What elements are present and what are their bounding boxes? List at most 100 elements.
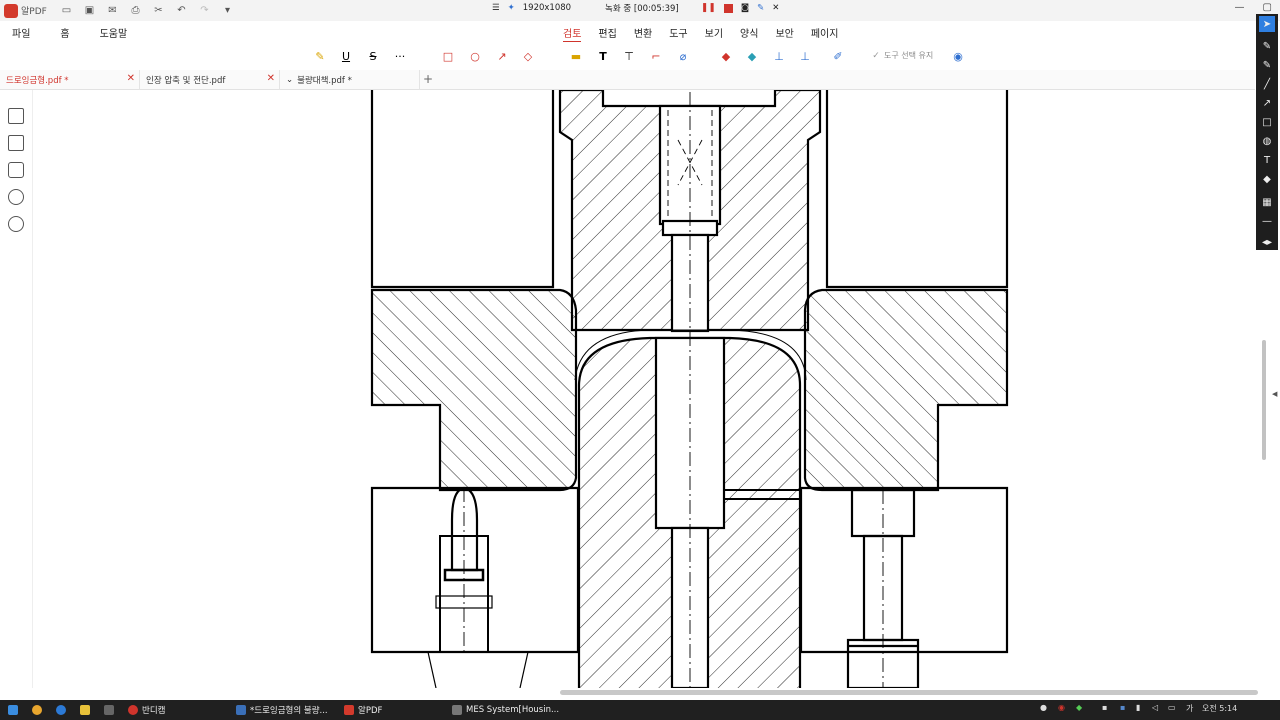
text-icon[interactable]: T	[595, 48, 611, 64]
taskbar-app-alpdf[interactable]: 알PDF	[344, 700, 444, 720]
pause-icon[interactable]: ❚❚	[701, 3, 716, 13]
collapse-right-icon[interactable]: ◀	[1272, 390, 1277, 398]
edge-taskbar-icon[interactable]	[56, 700, 66, 720]
tray-app-icon[interactable]: ▪	[1120, 703, 1125, 712]
tab-convert[interactable]: 변환	[634, 25, 652, 42]
document-tab-1[interactable]: 드로잉금형.pdf * ✕	[0, 70, 140, 90]
save-icon[interactable]: ▣	[83, 4, 96, 17]
tab-review[interactable]: 검토	[563, 25, 582, 42]
shape-dropdown-icon[interactable]: ◇	[520, 48, 536, 64]
tab-form[interactable]: 양식	[740, 25, 758, 42]
wifi-icon[interactable]: ▮	[1136, 703, 1140, 712]
underline-icon[interactable]: U	[338, 48, 354, 64]
volume-icon[interactable]: ◁	[1152, 703, 1158, 712]
ime-indicator[interactable]: 가	[1186, 703, 1193, 714]
drawing-palette: ➤ ✎ ✎ ╱ ↗ □ ◍ T ◆ ▦ — ◂▸	[1256, 14, 1278, 250]
tray-app-icon[interactable]: ▪	[1102, 703, 1107, 712]
stamp-icon[interactable]: ⊥	[771, 48, 787, 64]
record-tray-icon[interactable]: ◉	[1058, 703, 1065, 712]
comment-icon[interactable]	[8, 162, 24, 178]
marker-tool-icon[interactable]: ✎	[1259, 57, 1275, 73]
eraser-tool-icon[interactable]: ◆	[1259, 171, 1275, 187]
color-picker-icon[interactable]: ▦	[1259, 194, 1275, 210]
taskbar-app-hwp[interactable]: *드로잉금형의 불량...	[236, 700, 336, 720]
pin-icon[interactable]: ✦	[508, 3, 515, 13]
signature-icon[interactable]: ✐	[830, 48, 846, 64]
sticky-note-icon[interactable]: ▬	[568, 48, 584, 64]
scissors-icon[interactable]: ✂	[152, 4, 165, 17]
chrome-taskbar-icon[interactable]	[32, 700, 42, 720]
start-button[interactable]	[8, 700, 18, 720]
arrow-tool-icon[interactable]: ↗	[1259, 95, 1275, 111]
callout-icon[interactable]: ⌐	[648, 48, 664, 64]
vertical-scrollbar[interactable]	[1262, 340, 1266, 460]
tab-page[interactable]: 페이지	[811, 25, 839, 42]
close-recording-icon[interactable]: ✕	[772, 3, 779, 13]
search-icon[interactable]	[8, 216, 24, 232]
menu-icon[interactable]: ☰	[492, 3, 500, 13]
eye-icon[interactable]: ◉	[950, 48, 966, 64]
taskbar: 반디캠 *드로잉금형의 불량... 알PDF MES System[Housin…	[0, 700, 1280, 720]
customize-dropdown-icon[interactable]: ▾	[221, 4, 234, 17]
text-tool-icon[interactable]: T	[1259, 152, 1275, 168]
undo-icon[interactable]: ↶	[175, 4, 188, 17]
tab-edit[interactable]: 편집	[598, 25, 616, 42]
cursor-icon[interactable]: ➤	[1259, 16, 1275, 32]
pdf-page-view[interactable]	[34, 90, 1255, 688]
taskbar-app-mes[interactable]: MES System[Housin...	[452, 700, 562, 720]
keyboard-icon[interactable]: ▭	[1168, 703, 1176, 712]
keep-tool-check-icon[interactable]: ✓	[868, 48, 884, 64]
stamp-dropdown-icon[interactable]: ⊥	[797, 48, 813, 64]
print-icon[interactable]: ⎙	[129, 4, 142, 17]
clock[interactable]: 오전 5:14	[1202, 703, 1237, 714]
rectangle-icon[interactable]: □	[440, 48, 456, 64]
tab-security[interactable]: 보안	[775, 25, 793, 42]
tray-app-icon[interactable]: ◆	[1076, 703, 1082, 712]
strikethrough-icon[interactable]: S	[365, 48, 381, 64]
stop-icon[interactable]	[723, 3, 733, 13]
maximize-icon[interactable]: ▢	[1263, 2, 1272, 13]
thumbnail-panel-icon[interactable]	[8, 108, 24, 124]
tab-list-icon[interactable]: ⌄	[286, 75, 293, 85]
microphone-icon[interactable]: ●	[1040, 703, 1047, 712]
tab-view[interactable]: 보기	[705, 25, 723, 42]
calculator-taskbar-icon[interactable]	[104, 700, 114, 720]
taskbar-app-bandicam[interactable]: 반디캠	[128, 700, 228, 720]
menu-home[interactable]: 홈	[60, 25, 69, 40]
more-text-markup-icon[interactable]: ···	[392, 48, 408, 64]
menu-file[interactable]: 파일	[12, 25, 30, 40]
pen-tool-icon[interactable]: ✎	[1259, 38, 1275, 54]
document-tab-2[interactable]: 인장 압축 및 전단.pdf ✕	[140, 70, 280, 90]
tab-tools[interactable]: 도구	[669, 25, 687, 42]
explorer-taskbar-icon[interactable]	[80, 700, 90, 720]
close-tab-icon[interactable]: ✕	[267, 73, 275, 84]
ellipse-icon[interactable]: ○	[467, 48, 483, 64]
keep-tool-label[interactable]: 도구 선택 유지	[884, 50, 933, 61]
document-tab-3[interactable]: ⌄ 불량대책.pdf *	[280, 70, 420, 90]
mail-icon[interactable]: ✉	[106, 4, 119, 17]
highlighter-icon[interactable]: ✎	[312, 48, 328, 64]
bookmark-icon[interactable]	[8, 135, 24, 151]
menu-help[interactable]: 도움말	[100, 25, 128, 40]
close-tab-icon[interactable]: ✕	[127, 73, 135, 84]
eraser-icon[interactable]: ◆	[718, 48, 734, 64]
camera-icon[interactable]: ◙	[741, 3, 749, 13]
app-logo-icon	[4, 3, 18, 18]
attachment-panel-icon[interactable]	[8, 189, 24, 205]
collapse-palette-icon[interactable]: ◂▸	[1259, 234, 1275, 250]
pen-icon[interactable]: ✎	[757, 3, 764, 13]
redo-icon[interactable]: ↷	[198, 4, 211, 17]
line-width-icon[interactable]: —	[1259, 213, 1275, 229]
minimize-icon[interactable]: —	[1235, 2, 1245, 13]
fill-tool-icon[interactable]: ◍	[1259, 133, 1275, 149]
arrow-icon[interactable]: ↗	[494, 48, 510, 64]
chrome-icon	[32, 705, 42, 715]
attachment-icon[interactable]: ⌀	[675, 48, 691, 64]
area-highlight-icon[interactable]: ◆	[744, 48, 760, 64]
new-tab-button[interactable]: +	[423, 72, 433, 86]
rectangle-tool-icon[interactable]: □	[1259, 114, 1275, 130]
textbox-icon[interactable]: ⊤	[621, 48, 637, 64]
open-folder-icon[interactable]: ▭	[60, 4, 73, 17]
line-tool-icon[interactable]: ╱	[1259, 76, 1275, 92]
horizontal-scrollbar[interactable]	[560, 690, 1258, 695]
